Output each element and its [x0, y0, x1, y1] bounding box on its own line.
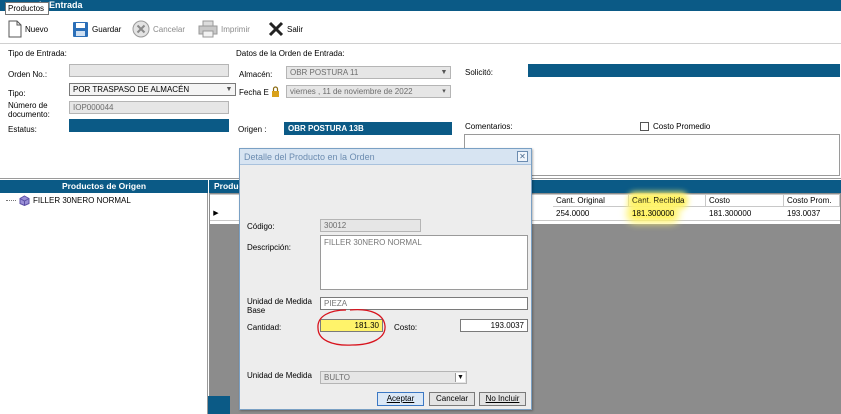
datos-heading: Datos de la Orden de Entrada:: [236, 49, 345, 58]
unidad-base-label: Unidad de Medida Base: [247, 297, 312, 315]
tipo-entrada-heading: Tipo de Entrada:: [8, 49, 67, 58]
guardar-label: Guardar: [92, 24, 122, 34]
col-cant-recibida-label: Cant. Recibida: [632, 196, 685, 205]
cell-costo-prom[interactable]: 193.0037: [784, 208, 820, 220]
chevron-down-icon: ▼: [440, 69, 448, 76]
printer-icon: [198, 20, 218, 38]
estatus-label: Estatus:: [8, 125, 37, 134]
unidad-label: Unidad de Medida: [247, 371, 312, 380]
estatus-value: [69, 119, 229, 132]
codigo-label: Código:: [247, 222, 275, 231]
cancelar-toolbar-button[interactable]: Cancelar: [132, 16, 185, 42]
numero-doc-label: Número de documento:: [8, 101, 50, 119]
codigo-field[interactable]: 30012: [320, 219, 421, 232]
costo-promedio-checkbox[interactable]: [640, 122, 649, 131]
unidad-select[interactable]: BULTO ▼: [320, 371, 467, 384]
col-cant-original[interactable]: Cant. Original: [553, 195, 629, 207]
lock-icon: [272, 86, 279, 97]
cancelar-dialog-label: Cancelar: [435, 394, 468, 403]
guardar-button[interactable]: Guardar: [72, 16, 121, 42]
col-costo-prom[interactable]: Costo Prom.: [784, 195, 840, 207]
unidad-value: BULTO: [324, 373, 350, 382]
origen-label: Origen :: [238, 125, 267, 134]
fecha-label: Fecha E: [239, 88, 269, 97]
cancelar-dialog-button[interactable]: Cancelar: [429, 392, 475, 406]
imprimir-label: Imprimir: [221, 24, 250, 34]
no-incluir-label: No Incluir: [485, 394, 520, 403]
descripcion-label: Descripción:: [247, 243, 292, 252]
tipo-select[interactable]: POR TRASPASO DE ALMACÉN ▼: [69, 83, 236, 96]
almacen-select[interactable]: OBR POSTURA 11 ▼: [286, 66, 451, 79]
col-cant-recibida[interactable]: Cant. Recibida: [629, 195, 706, 207]
exit-x-icon: [268, 21, 284, 37]
origin-panel-title: Productos de Origen: [0, 180, 208, 193]
chevron-down-icon: ▼: [455, 373, 465, 382]
tree-item[interactable]: FILLER 30NERO NORMAL: [6, 195, 131, 206]
dialog-title-text: Detalle del Producto en la Orden: [244, 152, 375, 162]
almacen-label: Almacén:: [239, 70, 273, 79]
save-icon: [73, 21, 88, 37]
nuevo-label: Nuevo: [25, 24, 49, 34]
solicito-label: Solicitó:: [465, 68, 494, 77]
aceptar-label: Aceptar: [386, 394, 415, 403]
title-bar: de Entrada: [0, 0, 841, 11]
annotation-circle: [317, 308, 386, 346]
costo-label: Costo:: [394, 323, 418, 332]
almacen-value: OBR POSTURA 11: [290, 68, 359, 77]
product-detail-dialog: Detalle del Producto en la Orden ✕ Códig…: [239, 148, 532, 410]
cell-cant-original[interactable]: 254.0000: [553, 208, 589, 220]
cell-cant-recibida[interactable]: 181.300000: [629, 208, 675, 220]
origen-value: OBR POSTURA 13B: [284, 122, 452, 135]
tree-item-label: FILLER 30NERO NORMAL: [33, 196, 131, 205]
costo-field[interactable]: 193.0037: [460, 319, 528, 332]
tipo-value: POR TRASPASO DE ALMACÉN: [73, 85, 190, 94]
tipo-label: Tipo:: [8, 89, 26, 98]
cancelar-toolbar-label: Cancelar: [153, 24, 186, 34]
no-incluir-button[interactable]: No Incluir: [479, 392, 526, 406]
tooltip: Productos: [5, 2, 49, 15]
imprimir-button[interactable]: Imprimir: [198, 16, 250, 42]
cantidad-label: Cantidad:: [247, 323, 282, 332]
origin-tree: FILLER 30NERO NORMAL: [0, 193, 208, 414]
tree-line: [6, 200, 16, 201]
salir-button[interactable]: Salir: [268, 16, 303, 42]
close-icon[interactable]: ✕: [517, 151, 528, 162]
col-costo[interactable]: Costo: [706, 195, 784, 207]
new-document-icon: [8, 20, 22, 38]
descripcion-field[interactable]: FILLER 30NERO NORMAL: [320, 235, 528, 290]
grid-footer-block: [208, 396, 230, 414]
costo-promedio-label: Costo Promedio: [653, 122, 711, 131]
chevron-down-icon: ▼: [225, 86, 233, 93]
cell-cant-recibida-value: 181.300000: [632, 209, 675, 218]
cell-costo[interactable]: 181.300000: [706, 208, 751, 220]
aceptar-button[interactable]: Aceptar: [377, 392, 424, 406]
nuevo-button[interactable]: Nuevo: [8, 16, 48, 42]
orden-no-field[interactable]: [69, 64, 229, 77]
dialog-title: Detalle del Producto en la Orden ✕: [240, 149, 531, 165]
calendar-dropdown-icon: ▾: [442, 88, 446, 95]
cancel-icon: [132, 20, 150, 38]
toolbar: Nuevo Guardar Cancelar Imprimir Salir: [0, 11, 841, 44]
orden-no-label: Orden No.:: [8, 70, 48, 79]
comentarios-label: Comentarios:: [465, 122, 513, 131]
salir-label: Salir: [287, 24, 304, 34]
product-box-icon: [19, 195, 30, 206]
row-pointer-icon: ▶: [213, 210, 219, 217]
fecha-picker[interactable]: viernes , 11 de noviembre de 2022 ▾: [286, 85, 451, 98]
fecha-value: viernes , 11 de noviembre de 2022: [290, 87, 413, 96]
numero-doc-field[interactable]: IOP000044: [69, 101, 229, 114]
solicito-value: [528, 64, 840, 77]
